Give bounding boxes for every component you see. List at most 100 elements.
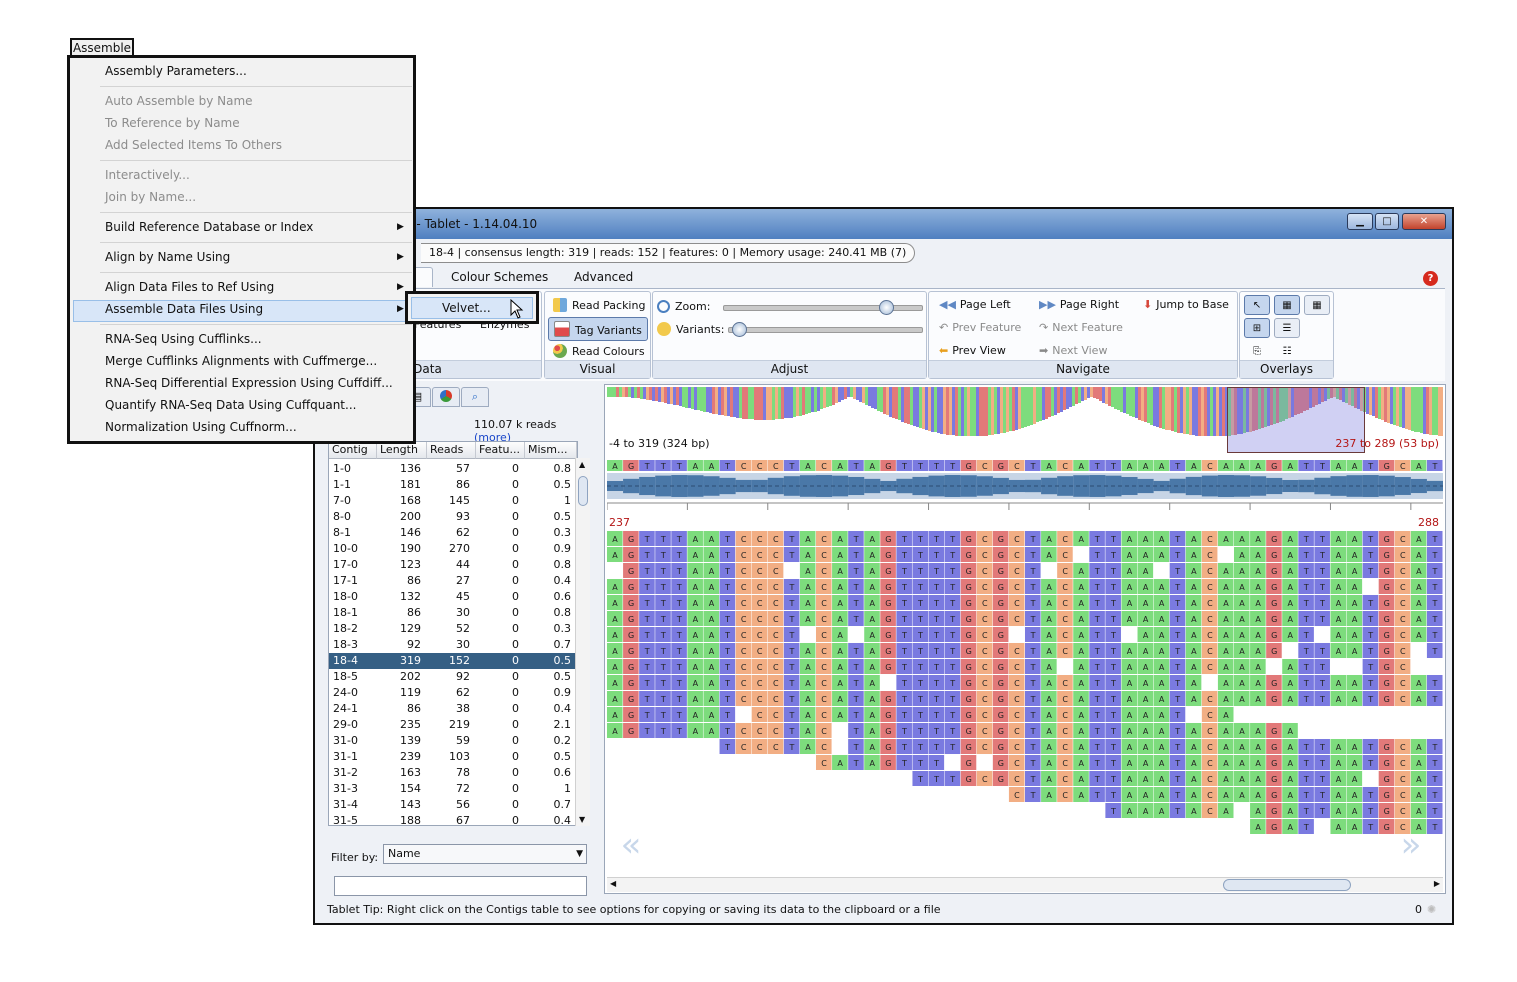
table-row[interactable]: 18-5 202 92 0 0.5: [329, 669, 577, 685]
menu-item-auto-assemble[interactable]: Auto Assemble by Name: [105, 91, 253, 111]
read-packing-button[interactable]: Read Packing: [553, 298, 645, 312]
minimize-icon[interactable]: ▁: [1347, 213, 1373, 230]
horizontal-scrollbar[interactable]: ◀ ▶: [607, 877, 1443, 892]
table-row[interactable]: 17-0 123 44 0 0.8: [329, 557, 577, 573]
read-base-label: C: [982, 775, 988, 784]
search-icon[interactable]: ⌕: [461, 387, 489, 407]
scrollbar-thumb[interactable]: [578, 476, 588, 506]
menu-item-to-reference[interactable]: To Reference by Name: [105, 113, 240, 133]
table-row[interactable]: 7-0 168 145 0 1: [329, 493, 577, 509]
page-right-overlay-icon[interactable]: »: [1391, 825, 1431, 865]
menu-item-align-by-name[interactable]: Align by Name Using: [105, 247, 230, 267]
table-overlay-icon[interactable]: ☷: [1274, 341, 1300, 361]
close-icon[interactable]: ✕: [1402, 213, 1446, 230]
table-row[interactable]: 31-2 163 78 0 0.6: [329, 765, 577, 781]
prev-view-button[interactable]: ⬅ Prev View: [939, 344, 1006, 357]
prev-feature-button[interactable]: ↶ Prev Feature: [939, 321, 1021, 334]
table-row[interactable]: 10-0 190 270 0 0.9: [329, 541, 577, 557]
menu-item-assemble-data-files[interactable]: Assemble Data Files Using: [105, 299, 263, 319]
horizontal-scrollbar-thumb[interactable]: [1223, 879, 1351, 891]
maximize-icon[interactable]: □: [1375, 213, 1399, 230]
next-feature-button[interactable]: ↷ Next Feature: [1039, 321, 1123, 334]
read-base-label: G: [1271, 695, 1277, 704]
menu-item-cuffdiff[interactable]: RNA-Seq Differential Expression Using Cu…: [105, 373, 393, 393]
column-header[interactable]: Length: [377, 442, 427, 459]
read-base-label: A: [1239, 679, 1245, 688]
menu-item-join-by-name[interactable]: Join by Name...: [105, 187, 196, 207]
jump-to-base-button[interactable]: ⬇ Jump to Base: [1143, 298, 1229, 311]
menu-item-add-selected[interactable]: Add Selected Items To Others: [105, 135, 282, 155]
table-row[interactable]: 18-2 129 52 0 0.3: [329, 621, 577, 637]
read-colours-button[interactable]: Read Colours: [553, 344, 645, 358]
column-header[interactable]: Mism...: [525, 442, 577, 459]
zoom-slider-thumb[interactable]: [878, 300, 894, 315]
adjust-group: Zoom: Variants: Adjust: [652, 291, 927, 379]
page-right-button[interactable]: ▶▶ Page Right: [1039, 298, 1119, 311]
variants-slider[interactable]: [728, 327, 923, 333]
column-header[interactable]: Reads: [427, 442, 476, 459]
read-base-label: T: [1094, 679, 1100, 688]
tab-colour[interactable]: [432, 387, 460, 407]
menu-item-cuffquant[interactable]: Quantify RNA-Seq Data Using Cuffquant...: [105, 395, 356, 415]
export-overlay-icon[interactable]: ⎘: [1244, 341, 1270, 361]
table-row[interactable]: 18-4 319 152 0 0.5: [329, 653, 577, 669]
table-row[interactable]: 31-0 139 59 0 0.2: [329, 733, 577, 749]
menu-item-cufflinks[interactable]: RNA-Seq Using Cufflinks...: [105, 329, 262, 349]
read-base-label: A: [1416, 615, 1422, 624]
table-row[interactable]: 31-5 188 67 0 0.4: [329, 813, 577, 825]
grid-overlay-icon[interactable]: ▦: [1274, 295, 1300, 315]
table-row[interactable]: 1-0 136 57 0 0.8: [329, 461, 577, 477]
table-row[interactable]: 31-3 154 72 0 1: [329, 781, 577, 797]
overview-column: [856, 387, 859, 400]
tag-variants-button[interactable]: Tag Variants: [548, 317, 648, 341]
reads-canvas[interactable]: AGTTTAATCCCTACATAGTTTTGCGCTACATTAAATACAA…: [607, 531, 1443, 841]
assemble-menu-tab[interactable]: Assemble: [70, 38, 134, 56]
table-row[interactable]: 31-4 143 56 0 0.7: [329, 797, 577, 813]
scroll-left-icon[interactable]: ◀: [610, 879, 616, 888]
page-left-overlay-icon[interactable]: «: [611, 825, 651, 865]
tab-colour-schemes[interactable]: Colour Schemes: [451, 267, 548, 287]
table-row[interactable]: 24-1 86 38 0 0.4: [329, 701, 577, 717]
scroll-right-icon[interactable]: ▶: [1434, 879, 1440, 888]
filter-select[interactable]: Name ▼: [383, 844, 587, 864]
table-row[interactable]: 8-0 200 93 0 0.5: [329, 509, 577, 525]
pointer-overlay-icon[interactable]: ↖: [1244, 295, 1270, 315]
table-cell: 86: [407, 606, 421, 619]
table-row[interactable]: 29-0 235 219 0 2.1: [329, 717, 577, 733]
highlight-overlay-icon[interactable]: ▦: [1304, 295, 1330, 315]
help-icon[interactable]: ?: [1423, 271, 1438, 286]
menu-item-cuffnorm[interactable]: Normalization Using Cuffnorm...: [105, 417, 297, 437]
page-left-button[interactable]: ◀◀ Page Left: [939, 298, 1011, 311]
read-base-label: C: [757, 551, 763, 560]
menu-item-cuffmerge[interactable]: Merge Cufflinks Alignments with Cuffmerg…: [105, 351, 377, 371]
scroll-up-icon[interactable]: ▲: [579, 460, 585, 469]
read-base-label: G: [628, 583, 634, 592]
table-row[interactable]: 18-3 92 30 0 0.7: [329, 637, 577, 653]
read-base-label: T: [1303, 599, 1309, 608]
next-view-button[interactable]: ➡ Next View: [1039, 344, 1107, 357]
menu-item-build-reference[interactable]: Build Reference Database or Index: [105, 217, 313, 237]
menu-item-align-data-files[interactable]: Align Data Files to Ref Using: [105, 277, 274, 297]
read-base-label: A: [1223, 807, 1229, 816]
menu-item-interactively[interactable]: Interactively...: [105, 165, 190, 185]
menu-item-assembly-parameters[interactable]: Assembly Parameters...: [105, 61, 247, 81]
filter-input[interactable]: [334, 876, 587, 896]
contigs-scrollbar[interactable]: ▲ ▼: [575, 458, 590, 826]
variants-slider-thumb[interactable]: [731, 322, 747, 337]
overview-column: [724, 387, 727, 416]
table-row[interactable]: 1-1 181 86 0 0.5: [329, 477, 577, 493]
text-overlay-icon[interactable]: ⊞: [1244, 318, 1270, 338]
table-row[interactable]: 8-1 146 62 0 0.3: [329, 525, 577, 541]
table-row[interactable]: 17-1 86 27 0 0.4: [329, 573, 577, 589]
consensus-base-label: A: [1079, 462, 1085, 471]
table-row[interactable]: 31-1 239 103 0 0.5: [329, 749, 577, 765]
scroll-down-icon[interactable]: ▼: [579, 815, 585, 824]
column-header[interactable]: Contig: [329, 442, 377, 459]
list-overlay-icon[interactable]: ☰: [1274, 318, 1300, 338]
menu-item-velvet[interactable]: Velvet...: [442, 298, 491, 318]
table-row[interactable]: 24-0 119 62 0 0.9: [329, 685, 577, 701]
column-header[interactable]: Featu...: [476, 442, 525, 459]
table-row[interactable]: 18-1 86 30 0 0.8: [329, 605, 577, 621]
table-row[interactable]: 18-0 132 45 0 0.6: [329, 589, 577, 605]
tab-advanced[interactable]: Advanced: [574, 267, 633, 287]
